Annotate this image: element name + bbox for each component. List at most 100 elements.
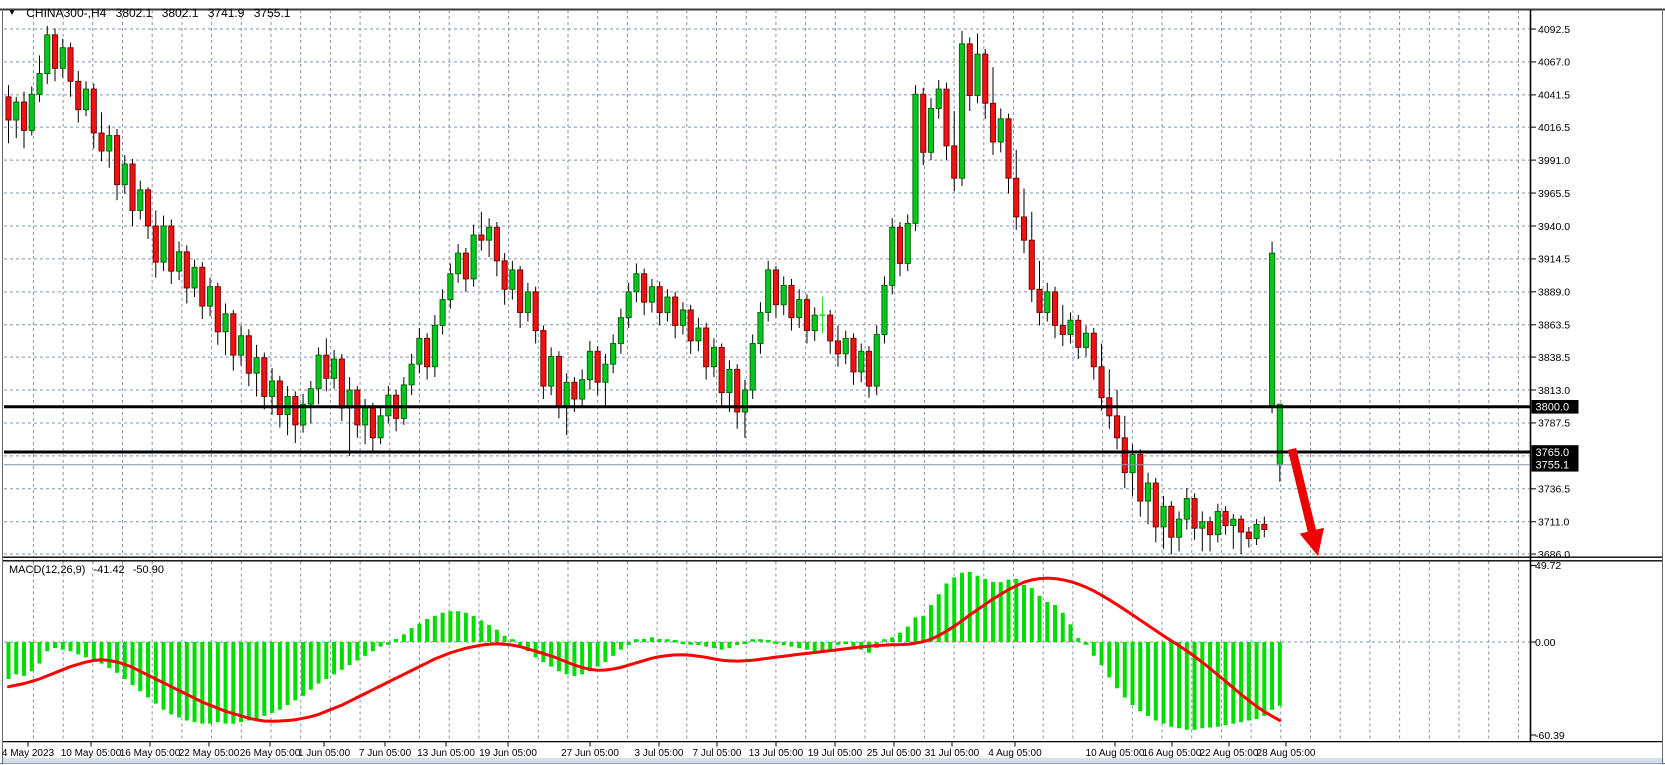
axes-and-labels: 4092.54067.04041.54016.53991.03965.53940… (2, 24, 1579, 759)
bull-candle (456, 253, 461, 274)
bull-candle (859, 351, 864, 372)
bear-candle (200, 267, 205, 306)
time-axis-label: 28 Aug 05:00 (1257, 748, 1316, 759)
price-axis-label: 3863.5 (1538, 320, 1570, 332)
macd-axis-label: -60.39 (1535, 730, 1565, 742)
bull-candle (254, 358, 259, 373)
bull-candle (138, 190, 143, 211)
bear-candle (556, 356, 561, 405)
bear-candle (494, 227, 499, 261)
bull-candle (448, 274, 453, 300)
bull-candle (1145, 483, 1150, 501)
bull-candle (564, 382, 569, 405)
time-axis-label: 4 Aug 05:00 (988, 748, 1042, 759)
bear-candle (1029, 240, 1034, 289)
bull-candle (890, 227, 895, 285)
price-axis-label: 3813.0 (1538, 385, 1570, 397)
bear-candle (21, 102, 26, 130)
bull-candle (331, 359, 336, 378)
bull-candle (362, 408, 367, 425)
bear-candle (897, 227, 902, 263)
bear-candle (370, 408, 375, 438)
time-axis-label: 22 May 05:00 (179, 748, 240, 759)
bear-candle (1122, 438, 1127, 473)
price-axis-label: 3838.5 (1538, 352, 1570, 364)
bear-candle (52, 35, 57, 69)
time-axis-label: 16 Aug 05:00 (1143, 748, 1202, 759)
bear-candle (114, 136, 119, 185)
bear-candle (1006, 119, 1011, 178)
time-axis-label: 26 May 05:00 (240, 748, 301, 759)
bull-candle (1161, 506, 1166, 527)
bull-candle (998, 119, 1003, 142)
bull-candle (727, 369, 732, 392)
bull-candle (649, 287, 654, 302)
bear-candle (828, 315, 833, 341)
price-axis-label: 4092.5 (1538, 24, 1570, 36)
bull-candle (1068, 320, 1073, 334)
bull-candle (60, 48, 65, 69)
bear-candle (502, 261, 507, 289)
price-axis-label: 3686.0 (1538, 549, 1570, 561)
bull-candle (192, 267, 197, 288)
bear-candle (479, 235, 484, 240)
time-axis-label: 10 May 05:00 (61, 748, 122, 759)
bear-candle (533, 292, 538, 331)
bull-candle (1269, 253, 1274, 405)
bear-candle (262, 358, 267, 397)
macd-signal-line (9, 578, 1280, 721)
bull-candle (766, 270, 771, 313)
bear-candle (153, 226, 158, 262)
bear-candle (215, 287, 220, 332)
bear-candle (983, 54, 988, 103)
bull-candle (14, 102, 19, 120)
bull-candle (316, 355, 321, 389)
price-axis-label: 3889.0 (1538, 287, 1570, 299)
bear-candle (804, 300, 809, 331)
bull-candle (959, 44, 964, 178)
bear-candle (1169, 506, 1174, 537)
bull-candle (665, 297, 670, 312)
bear-candle (324, 355, 329, 378)
bear-candle (169, 226, 174, 271)
bull-candle (549, 356, 554, 386)
bear-candle (6, 97, 11, 120)
bull-candle (696, 328, 701, 341)
bull-candle (223, 314, 228, 332)
bull-candle (1083, 333, 1088, 347)
bull-candle (269, 381, 274, 396)
price-axis-label: 4041.5 (1538, 90, 1570, 102)
bull-candle (1200, 522, 1205, 528)
bear-candle (541, 331, 546, 387)
bear-candle (99, 133, 104, 151)
bull-candle (432, 325, 437, 366)
bear-candle (184, 252, 189, 288)
bull-candle (928, 108, 933, 152)
bear-candle (835, 341, 840, 354)
bear-candle (76, 81, 81, 109)
bear-candle (866, 351, 871, 386)
bull-candle (587, 351, 592, 379)
mt4-chart-window: ▼ CHINA300-,H4 3802.1 3802.1 3741.9 3755… (0, 0, 1665, 765)
bull-candle (1130, 455, 1135, 473)
price-axis-label: 3711.0 (1538, 517, 1569, 529)
bear-candle (425, 338, 430, 366)
bear-candle (1021, 217, 1026, 240)
chart-plot-area[interactable]: 4092.54067.04041.54016.53991.03965.53940… (0, 0, 1665, 765)
bull-candle (1176, 519, 1181, 537)
bull-candle (207, 287, 212, 306)
bear-candle (921, 94, 926, 152)
bull-candle (905, 223, 910, 263)
ohlc-low: 3741.9 (208, 6, 245, 20)
bear-candle (1014, 178, 1019, 217)
bull-candle (378, 416, 383, 438)
bull-candle (758, 313, 763, 344)
bull-candle (580, 380, 585, 399)
macd-axis-label: 0.00 (1535, 637, 1556, 649)
bear-candle (1207, 522, 1212, 535)
time-axis-label: 7 Jul 05:00 (693, 748, 742, 759)
bear-candle (1138, 455, 1143, 501)
symbol-dropdown-icon[interactable]: ▼ (8, 8, 16, 17)
price-axis-label: 3965.5 (1538, 188, 1570, 200)
bear-candle (688, 310, 693, 341)
